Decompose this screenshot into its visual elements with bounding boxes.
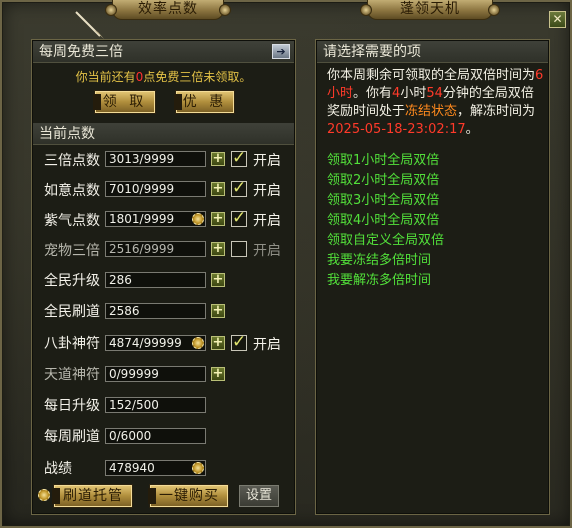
record-field: 478940 xyxy=(105,460,206,476)
row-label-ruyi: 如意点数 xyxy=(44,183,100,199)
ruyi-toggle-checkbox[interactable] xyxy=(231,178,247,198)
dialog-frame: 效率点数 蓬领天机 ✕ 每周免费三倍 ➔ 你当前还有0点免费三倍未领取。 领 取… xyxy=(0,0,572,528)
plus-icon[interactable]: + xyxy=(211,152,225,166)
plus-icon[interactable]: + xyxy=(211,242,225,256)
row-label-weekly-grind: 每周刷道 xyxy=(44,429,100,445)
plus-icon[interactable]: + xyxy=(211,182,225,196)
link-claim-2h[interactable]: 领取2小时全局双倍 xyxy=(327,171,444,191)
weekly-free-title: 每周免费三倍 xyxy=(39,44,123,60)
ziqi-toggle-checkbox[interactable] xyxy=(231,208,247,228)
double-time-panel: 请选择需要的项 你本周剩余可领取的全局双倍时间为6小时。你有4小时54分钟的全局… xyxy=(315,39,550,515)
gear-icon[interactable] xyxy=(38,489,50,501)
select-header: 请选择需要的项 xyxy=(317,41,548,63)
triple-points-field: 3013/9999 xyxy=(105,151,206,167)
tiandao-field: 0/99999 xyxy=(105,366,206,382)
arrow-right-icon[interactable]: ➔ xyxy=(272,44,290,59)
row-label-tiandao: 天道神符 xyxy=(44,367,100,383)
daily-levelup-field: 152/500 xyxy=(105,397,206,413)
row-label-bagua: 八卦神符 xyxy=(44,336,100,352)
row-label-ziqi: 紫气点数 xyxy=(44,213,100,229)
link-claim-custom[interactable]: 领取自定义全局双倍 xyxy=(327,231,444,251)
bagua-field: 4874/99999 xyxy=(105,335,206,351)
row-label-triple: 三倍点数 xyxy=(44,153,100,169)
gear-icon[interactable] xyxy=(192,462,204,474)
current-points-header: 当前点数 xyxy=(33,123,294,145)
plus-icon[interactable]: + xyxy=(211,212,225,226)
gear-icon[interactable] xyxy=(192,213,204,225)
ruyi-toggle-label: 开启 xyxy=(253,183,281,199)
link-claim-3h[interactable]: 领取3小时全局双倍 xyxy=(327,191,444,211)
close-icon[interactable]: ✕ xyxy=(549,11,566,28)
row-label-record: 战绩 xyxy=(44,461,72,477)
current-points-title: 当前点数 xyxy=(39,126,95,142)
points-panel: 每周免费三倍 ➔ 你当前还有0点免费三倍未领取。 领 取 优 惠 当前点数 三倍… xyxy=(31,39,296,515)
plus-icon[interactable]: + xyxy=(211,273,225,287)
plus-icon[interactable]: + xyxy=(211,336,225,350)
bagua-toggle-label: 开启 xyxy=(253,337,281,353)
double-time-description: 你本周剩余可领取的全局双倍时间为6小时。你有4小时54分钟的全局双倍奖励时间处于… xyxy=(327,68,544,137)
settings-button[interactable]: 设置 xyxy=(239,485,279,507)
tab-efficiency-points[interactable]: 效率点数 xyxy=(105,0,231,20)
brush-icon xyxy=(75,11,104,39)
pet-triple-toggle-label: 开启 xyxy=(253,243,281,259)
link-freeze[interactable]: 我要冻结多倍时间 xyxy=(327,251,444,271)
gear-icon[interactable] xyxy=(192,337,204,349)
row-label-daily-levelup: 每日升级 xyxy=(44,398,100,414)
link-unfreeze[interactable]: 我要解冻多倍时间 xyxy=(327,271,444,291)
free-triple-notice: 你当前还有0点免费三倍未领取。 xyxy=(75,70,252,84)
triple-toggle-label: 开启 xyxy=(253,153,281,169)
ruyi-points-field: 7010/9999 xyxy=(105,181,206,197)
one-click-buy-button[interactable]: 一键购买 xyxy=(148,484,229,508)
ziqi-toggle-label: 开启 xyxy=(253,213,281,229)
triple-toggle-checkbox[interactable] xyxy=(231,148,247,168)
plus-icon[interactable]: + xyxy=(211,304,225,318)
pet-triple-field: 2516/9999 xyxy=(105,241,206,257)
plus-icon[interactable]: + xyxy=(211,367,225,381)
weekly-free-header: 每周免费三倍 ➔ xyxy=(33,41,294,63)
claim-button[interactable]: 领 取 xyxy=(93,90,156,114)
row-label-pet-triple: 宠物三倍 xyxy=(44,243,100,259)
weekly-grind-field: 0/6000 xyxy=(105,428,206,444)
global-grind-field: 2586 xyxy=(105,303,206,319)
pet-triple-toggle-checkbox[interactable] xyxy=(231,241,247,257)
offer-button[interactable]: 优 惠 xyxy=(174,90,235,114)
global-levelup-field: 286 xyxy=(105,272,206,288)
tab-tianji[interactable]: 蓬领天机 xyxy=(360,0,500,20)
select-title: 请选择需要的项 xyxy=(323,44,421,60)
ziqi-points-field: 1801/9999 xyxy=(105,211,206,227)
row-label-global-grind: 全民刷道 xyxy=(44,304,100,320)
row-label-global-levelup: 全民升级 xyxy=(44,273,100,289)
trustee-button[interactable]: 刷道托管 xyxy=(52,484,133,508)
action-link-list: 领取1小时全局双倍 领取2小时全局双倍 领取3小时全局双倍 领取4小时全局双倍 … xyxy=(327,151,444,291)
link-claim-4h[interactable]: 领取4小时全局双倍 xyxy=(327,211,444,231)
bagua-toggle-checkbox[interactable] xyxy=(231,332,247,352)
link-claim-1h[interactable]: 领取1小时全局双倍 xyxy=(327,151,444,171)
